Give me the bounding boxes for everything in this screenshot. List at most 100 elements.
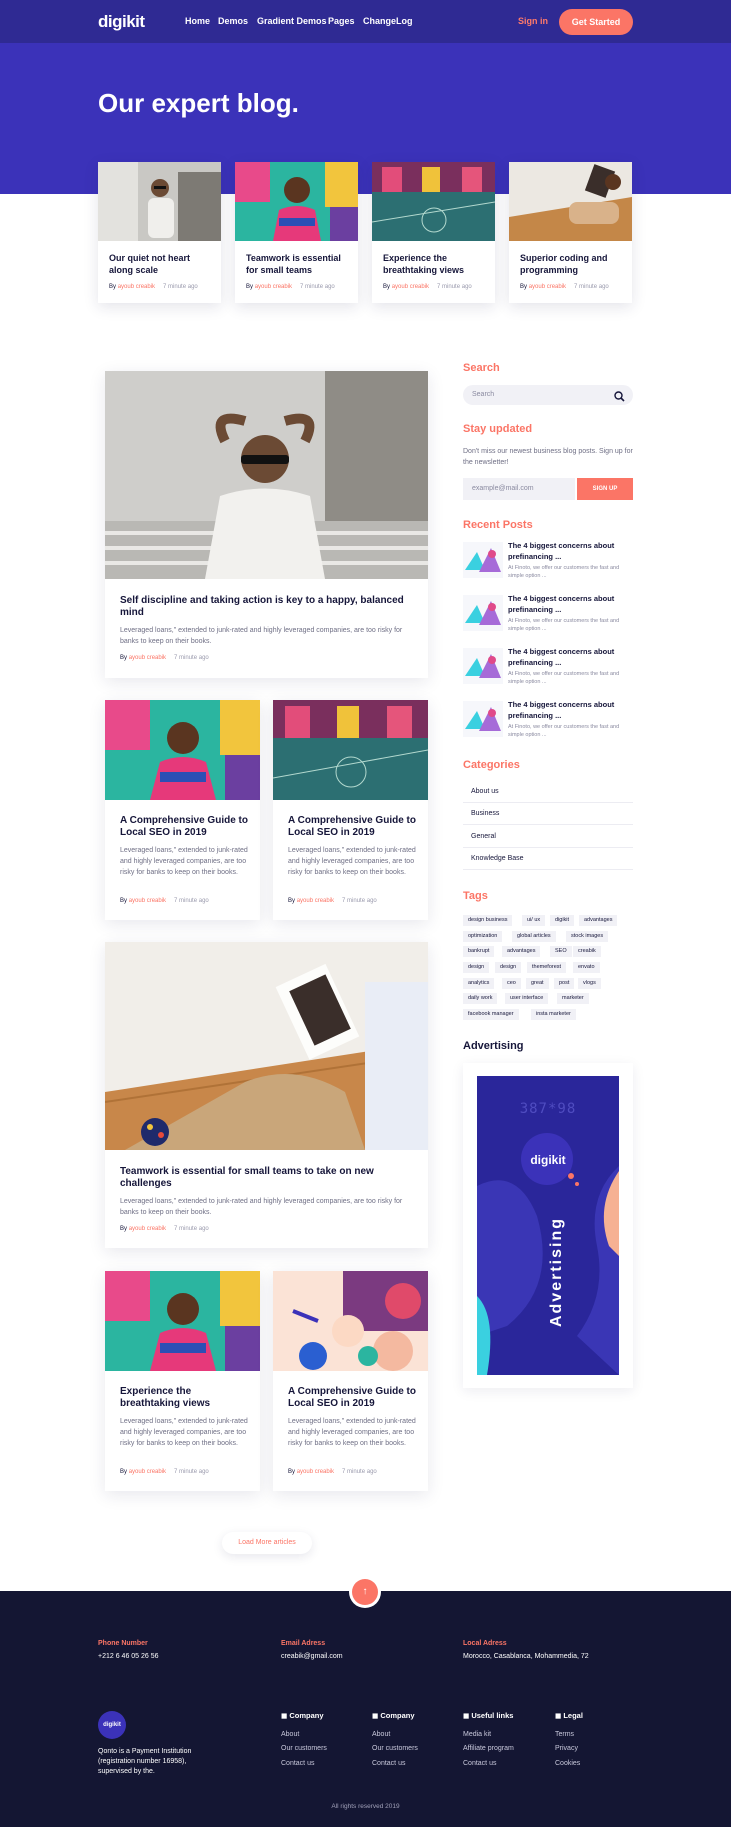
nav-changelog[interactable]: ChangeLog <box>363 16 413 26</box>
tag[interactable]: stock images <box>566 931 609 942</box>
post-card[interactable]: A Comprehensive Guide to Local SEO in 20… <box>273 1271 428 1491</box>
category-item[interactable]: Knowledge Base <box>463 848 633 870</box>
post-excerpt: Leveraged loans," extended to junk-rated… <box>120 847 248 876</box>
tag[interactable]: marketer <box>557 993 589 1004</box>
category-item[interactable]: General <box>463 826 633 848</box>
category-item[interactable]: About us <box>463 781 633 803</box>
post-title[interactable]: Experience the breathtaking views <box>120 1386 250 1410</box>
featured-title[interactable]: Teamwork is essential for small teams <box>246 252 350 276</box>
signup-button[interactable]: SIGN UP <box>577 478 633 500</box>
tag[interactable]: design <box>463 962 490 973</box>
tag[interactable]: design <box>495 962 522 973</box>
post-card[interactable]: Self discipline and taking action is key… <box>105 371 428 678</box>
footer-link[interactable]: About <box>281 1731 299 1738</box>
tag[interactable]: advantages <box>579 915 618 926</box>
meta-time: 7 minute ago <box>342 1469 377 1475</box>
post-card[interactable]: Teamwork is essential for small teams to… <box>105 942 428 1248</box>
tag[interactable]: optimization <box>463 931 503 942</box>
get-started-button[interactable]: Get Started <box>559 9 633 35</box>
load-more-button[interactable]: Load More articles <box>222 1532 312 1554</box>
tag[interactable]: ceo <box>502 978 521 989</box>
featured-title[interactable]: Our quiet not heart along scale <box>109 252 213 276</box>
tag[interactable]: ui/ ux <box>522 915 546 926</box>
featured-card[interactable]: Our quiet not heart along scale By ayoub… <box>98 162 221 303</box>
meta-author[interactable]: ayoub creabik <box>129 1469 166 1475</box>
meta-author[interactable]: ayoub creabik <box>129 655 166 661</box>
post-card[interactable]: Experience the breathtaking views Levera… <box>105 1271 260 1491</box>
advertising-box[interactable]: 387*98 digikit Advertising <box>463 1063 633 1388</box>
tag[interactable]: great <box>526 978 549 989</box>
tag[interactable]: bankrupt <box>463 946 495 957</box>
tag[interactable]: post <box>554 978 575 989</box>
footer-link[interactable]: Media kit <box>463 1731 491 1738</box>
post-card[interactable]: A Comprehensive Guide to Local SEO in 20… <box>273 700 428 920</box>
nav-pages[interactable]: Pages <box>328 16 355 26</box>
tag[interactable]: digikit <box>550 915 575 926</box>
footer-link[interactable]: About <box>372 1731 390 1738</box>
featured-card[interactable]: Experience the breathtaking views By ayo… <box>372 162 495 303</box>
tag[interactable]: global articles <box>512 931 556 942</box>
nav-gradient-demos[interactable]: Gradient Demos <box>257 16 327 26</box>
tag[interactable]: SEO <box>550 946 572 957</box>
category-item[interactable]: Business <box>463 803 633 825</box>
meta-author[interactable]: ayoub creabik <box>392 284 429 290</box>
post-title[interactable]: A Comprehensive Guide to Local SEO in 20… <box>288 1386 418 1410</box>
post-title[interactable]: Self discipline and taking action is key… <box>120 595 410 619</box>
nav-home[interactable]: Home <box>185 16 210 26</box>
footer-link[interactable]: Contact us <box>463 1760 496 1767</box>
footer-link[interactable]: Terms <box>555 1731 574 1738</box>
logo[interactable]: digikit <box>98 12 145 32</box>
footer-link[interactable]: Our customers <box>281 1745 327 1752</box>
nav-demos[interactable]: Demos <box>218 16 248 26</box>
meta-author[interactable]: ayoub creabik <box>129 898 166 904</box>
tag[interactable]: vlogs <box>578 978 601 989</box>
recent-post-title[interactable]: The 4 biggest concerns about prefinancin… <box>508 593 633 615</box>
featured-title[interactable]: Superior coding and programming <box>520 252 624 276</box>
scroll-top-button[interactable]: ↑ <box>352 1579 378 1605</box>
meta-author[interactable]: ayoub creabik <box>297 898 334 904</box>
footer-link[interactable]: Privacy <box>555 1745 578 1752</box>
footer-link[interactable]: Our customers <box>372 1745 418 1752</box>
tag[interactable]: advantages <box>502 946 541 957</box>
meta-author[interactable]: ayoub creabik <box>129 1226 166 1232</box>
recent-post-title[interactable]: The 4 biggest concerns about prefinancin… <box>508 699 633 721</box>
featured-card[interactable]: Superior coding and programming By ayoub… <box>509 162 632 303</box>
meta-author[interactable]: ayoub creabik <box>297 1469 334 1475</box>
email-value[interactable]: creabik@gmail.com <box>281 1653 343 1660</box>
recent-post-item[interactable]: The 4 biggest concerns about prefinancin… <box>463 593 633 635</box>
post-title[interactable]: A Comprehensive Guide to Local SEO in 20… <box>120 815 250 839</box>
search-input[interactable]: Search <box>463 385 633 405</box>
tag[interactable]: design business <box>463 915 513 926</box>
post-title[interactable]: Teamwork is essential for small teams to… <box>120 1166 410 1190</box>
email-field[interactable]: example@mail.com <box>463 478 575 500</box>
search-icon[interactable] <box>614 389 625 407</box>
recent-post-title[interactable]: The 4 biggest concerns about prefinancin… <box>508 646 633 668</box>
featured-title[interactable]: Experience the breathtaking views <box>383 252 487 276</box>
tag[interactable]: themeforest <box>527 962 567 973</box>
footer-link[interactable]: Cookies <box>555 1760 580 1767</box>
phone-value[interactable]: +212 6 46 05 26 56 <box>98 1653 159 1660</box>
recent-post-item[interactable]: The 4 biggest concerns about prefinancin… <box>463 699 633 741</box>
post-card[interactable]: A Comprehensive Guide to Local SEO in 20… <box>105 700 260 920</box>
footer-link[interactable]: Contact us <box>372 1760 405 1767</box>
recent-post-title[interactable]: The 4 biggest concerns about prefinancin… <box>508 540 633 562</box>
tag[interactable]: user interface <box>505 993 549 1004</box>
meta-author[interactable]: ayoub creabik <box>255 284 292 290</box>
meta-author[interactable]: ayoub creabik <box>118 284 155 290</box>
tag[interactable]: analytics <box>463 978 495 989</box>
recent-post-item[interactable]: The 4 biggest concerns about prefinancin… <box>463 540 633 582</box>
footer-link[interactable]: Affiliate program <box>463 1745 514 1752</box>
featured-card[interactable]: Teamwork is essential for small teams By… <box>235 162 358 303</box>
footer-logo[interactable]: digikit <box>98 1711 126 1739</box>
signin-link[interactable]: Sign in <box>518 16 548 26</box>
featured-image <box>98 162 221 241</box>
tag[interactable]: facebook manager <box>463 1009 519 1020</box>
footer-link[interactable]: Contact us <box>281 1760 314 1767</box>
tag[interactable]: envato <box>573 962 600 973</box>
tag[interactable]: insta marketer <box>531 1009 576 1020</box>
post-title[interactable]: A Comprehensive Guide to Local SEO in 20… <box>288 815 418 839</box>
tag[interactable]: creabik <box>573 946 601 957</box>
recent-post-item[interactable]: The 4 biggest concerns about prefinancin… <box>463 646 633 688</box>
tag[interactable]: daily work <box>463 993 498 1004</box>
meta-author[interactable]: ayoub creabik <box>529 284 566 290</box>
